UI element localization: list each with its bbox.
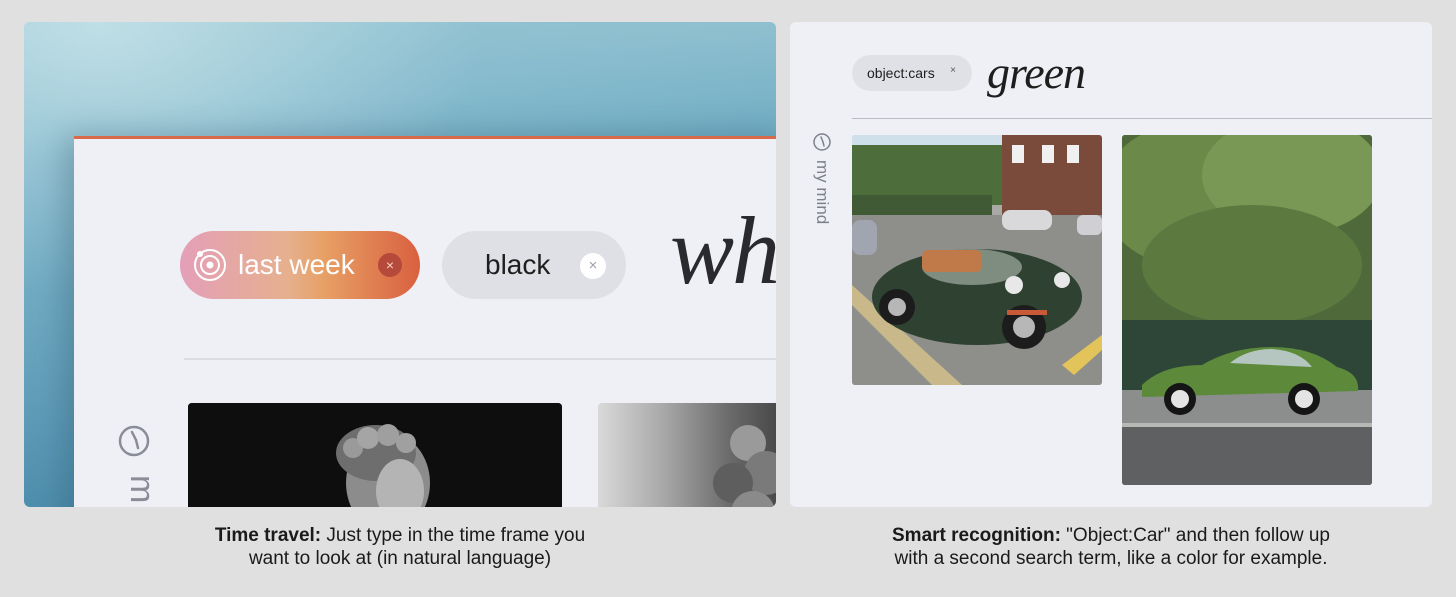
- search-query-text[interactable]: green: [987, 46, 1086, 99]
- color-filter-label: black: [485, 249, 551, 280]
- remove-time-filter-icon[interactable]: ×: [378, 253, 402, 277]
- caption-text: with a second search term, like a color …: [894, 548, 1328, 569]
- caption-text: want to look at (in natural language): [248, 548, 552, 569]
- object-filter-label: object:cars: [867, 65, 935, 81]
- gauge-icon: [118, 421, 150, 464]
- caption-heading: Time travel:: [214, 525, 322, 546]
- my-mind-label: m: [123, 475, 161, 504]
- search-divider: [852, 118, 1432, 119]
- time-travel-icon: [192, 247, 228, 283]
- green-coupe-image-card[interactable]: [1122, 135, 1372, 485]
- caption-text: "Object:Car" and then follow up: [1060, 525, 1330, 546]
- time-travel-caption: Time travel: Just type in the time frame…: [24, 524, 776, 570]
- app-window: last week × black × wh m: [74, 136, 776, 507]
- color-filter-tag[interactable]: black ×: [442, 231, 626, 299]
- my-mind-nav[interactable]: my mind: [810, 132, 834, 252]
- caption-text: Just type in the time frame you: [321, 525, 586, 546]
- my-mind-nav[interactable]: m: [116, 417, 161, 507]
- time-filter-label: last week: [238, 249, 355, 280]
- my-mind-label: my mind: [813, 160, 832, 225]
- search-divider: [184, 358, 776, 360]
- caption-heading: Smart recognition:: [892, 525, 1061, 546]
- gauge-icon: [812, 132, 832, 157]
- search-query-text[interactable]: wh: [670, 195, 776, 306]
- time-travel-panel: last week × black × wh m: [24, 22, 776, 507]
- remove-object-filter-icon[interactable]: ×: [950, 65, 956, 76]
- smart-recognition-caption: Smart recognition: "Object:Car" and then…: [790, 524, 1432, 570]
- green-convertible-image-card[interactable]: [852, 135, 1102, 385]
- smart-recognition-panel: object:cars × green my mind: [790, 22, 1432, 507]
- statue-image-card[interactable]: [188, 403, 562, 507]
- time-filter-tag[interactable]: last week ×: [180, 231, 420, 299]
- object-filter-tag[interactable]: object:cars ×: [852, 55, 972, 91]
- remove-color-filter-icon[interactable]: ×: [580, 253, 606, 279]
- sculpture-image-card[interactable]: [598, 403, 776, 507]
